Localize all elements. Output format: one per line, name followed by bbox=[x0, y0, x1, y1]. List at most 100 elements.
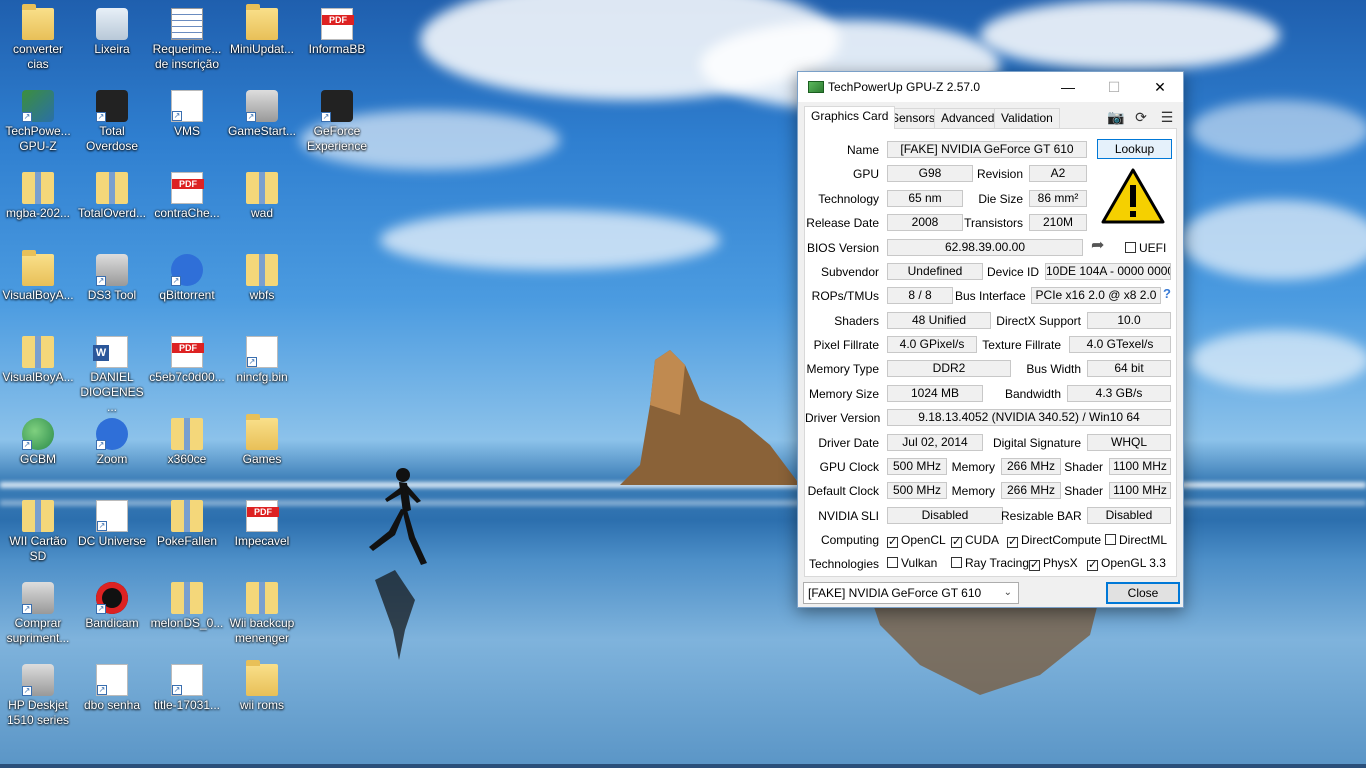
gpu-memory-clock-value: 266 MHz bbox=[1001, 458, 1061, 475]
checkbox-directml[interactable]: DirectML bbox=[1105, 533, 1167, 547]
desktop-icon[interactable]: ↗ dbo senha bbox=[74, 656, 150, 736]
desktop-icon[interactable]: Games bbox=[224, 410, 300, 490]
desktop-icon-label: title-17031... bbox=[153, 698, 221, 712]
desktop-icon[interactable]: Wii backcup menenger bbox=[224, 574, 300, 654]
desktop-icon-label: DANIEL DIOGENES ... bbox=[80, 370, 144, 414]
camera-icon[interactable]: 📷 bbox=[1107, 108, 1125, 126]
desktop-icon[interactable]: ↗ GCBM bbox=[0, 410, 76, 490]
desktop-icon[interactable]: wii roms bbox=[224, 656, 300, 736]
gpu-clock-label: GPU Clock bbox=[819, 460, 879, 474]
desktop-icon[interactable]: ↗ HP Deskjet 1510 series bbox=[0, 656, 76, 736]
resizable-bar-label: Resizable BAR bbox=[1001, 509, 1082, 523]
die-size-value: 86 mm² bbox=[1029, 190, 1087, 207]
desktop-icon[interactable]: TotalOverd... bbox=[74, 164, 150, 244]
desktop-icon[interactable]: Lixeira bbox=[74, 0, 150, 80]
folder-icon bbox=[246, 4, 278, 40]
desktop-icon[interactable]: ↗ VMS bbox=[149, 82, 225, 162]
checkbox-opencl[interactable]: ✓ OpenCL bbox=[887, 533, 946, 548]
gpu-select-dropdown[interactable]: [FAKE] NVIDIA GeForce GT 610 ⌄ bbox=[803, 582, 1019, 604]
desktop-icon[interactable]: VisualBoyA... bbox=[0, 328, 76, 408]
desktop-icon[interactable]: converter cias bbox=[0, 0, 76, 80]
warning-icon bbox=[1101, 168, 1165, 224]
technologies-label: Technologies bbox=[808, 557, 879, 571]
gpuz-window: TechPowerUp GPU-Z 2.57.0 — ☐ ✕ Graphics … bbox=[797, 71, 1184, 608]
checkbox-opengl-3-3[interactable]: ✓ OpenGL 3.3 bbox=[1087, 556, 1166, 571]
desktop-icon[interactable]: ↗ DC Universe bbox=[74, 492, 150, 572]
device-id-value: 10DE 104A - 0000 0000 bbox=[1045, 263, 1171, 280]
desktop-icon[interactable]: InformaBB bbox=[299, 0, 375, 80]
shortcut-arrow-icon: ↗ bbox=[22, 440, 32, 450]
desktop-icon-label: wbfs bbox=[249, 288, 275, 302]
transistors-label: Transistors bbox=[964, 216, 1023, 230]
lookup-button[interactable]: Lookup bbox=[1097, 139, 1172, 159]
desktop-icon[interactable]: ↗ DS3 Tool bbox=[74, 246, 150, 326]
desktop-icon-label: VMS bbox=[173, 124, 200, 138]
desktop-icon[interactable]: DANIEL DIOGENES ... bbox=[74, 328, 150, 414]
app-icon: ↗ bbox=[22, 90, 54, 122]
close-window-button[interactable]: ✕ bbox=[1137, 72, 1183, 102]
zip-icon bbox=[171, 418, 203, 450]
checkbox-cuda[interactable]: ✓ CUDA bbox=[951, 533, 999, 548]
minimize-button[interactable]: — bbox=[1045, 72, 1091, 102]
gpu-shader-clock-value: 1100 MHz bbox=[1109, 458, 1171, 475]
checkbox-vulkan[interactable]: Vulkan bbox=[887, 556, 937, 570]
maximize-button[interactable]: ☐ bbox=[1091, 72, 1137, 102]
desktop-icon[interactable]: c5eb7c0d00... bbox=[149, 328, 225, 408]
zip-icon bbox=[171, 582, 203, 614]
name-label: Name bbox=[846, 143, 879, 157]
desktop-icon[interactable]: wbfs bbox=[224, 246, 300, 326]
close-button[interactable]: Close bbox=[1106, 582, 1180, 604]
form-icon bbox=[171, 8, 203, 40]
default-shader-clock-label: Shader bbox=[1064, 484, 1103, 498]
uefi-checkbox[interactable]: UEFI bbox=[1125, 241, 1166, 255]
desktop-icon[interactable]: ↗ Bandicam bbox=[74, 574, 150, 654]
desktop-icon[interactable]: ↗ Comprar supriment... bbox=[0, 574, 76, 654]
desktop-icon[interactable]: mgba-202... bbox=[0, 164, 76, 244]
refresh-icon[interactable]: ⟳ bbox=[1132, 108, 1150, 126]
desktop-icon[interactable]: ↗ nincfg.bin bbox=[224, 328, 300, 408]
desktop-icon[interactable]: ↗ GeForce Experience bbox=[299, 82, 375, 162]
title-bar[interactable]: TechPowerUp GPU-Z 2.57.0 — ☐ ✕ bbox=[798, 72, 1183, 102]
desktop-icon[interactable]: Requerime... de inscrição bbox=[149, 0, 225, 80]
desktop-icon[interactable]: melonDS_0... bbox=[149, 574, 225, 654]
checkbox-ray-tracing[interactable]: Ray Tracing bbox=[951, 556, 1029, 570]
desktop-icon[interactable]: ↗ qBittorrent bbox=[149, 246, 225, 326]
desktop-icon-label: GeForce Experience bbox=[306, 124, 368, 153]
checkbox-label: Vulkan bbox=[901, 556, 938, 570]
desktop-icon-label: DC Universe bbox=[77, 534, 146, 548]
desktop-icon[interactable]: contraChe... bbox=[149, 164, 225, 244]
bus-help-icon[interactable]: ? bbox=[1163, 286, 1171, 301]
desktop-icon[interactable]: MiniUpdat... bbox=[224, 0, 300, 80]
desktop-icon[interactable]: ↗ TechPowe... GPU-Z bbox=[0, 82, 76, 162]
checkbox-directcompute[interactable]: ✓ DirectCompute bbox=[1007, 533, 1101, 548]
desktop-icon[interactable]: wad bbox=[224, 164, 300, 244]
checkbox-physx[interactable]: ✓ PhysX bbox=[1029, 556, 1078, 571]
desktop-icon[interactable]: VisualBoyA... bbox=[0, 246, 76, 326]
folder-icon bbox=[246, 660, 278, 696]
tab-validation[interactable]: Validation bbox=[994, 108, 1060, 128]
tab-graphics-card[interactable]: Graphics Card bbox=[804, 106, 896, 129]
driver-version-value: 9.18.13.4052 (NVIDIA 340.52) / Win10 64 bbox=[887, 409, 1171, 426]
desktop-icon-label: Zoom bbox=[96, 452, 128, 466]
desktop-icon[interactable]: Impecavel bbox=[224, 492, 300, 572]
desktop-icon[interactable]: ↗ title-17031... bbox=[149, 656, 225, 736]
desktop-icon[interactable]: WII Cartão SD bbox=[0, 492, 76, 572]
default-shader-clock-value: 1100 MHz bbox=[1109, 482, 1171, 499]
gray-icon: ↗ bbox=[246, 90, 278, 122]
tab-advanced[interactable]: Advanced bbox=[934, 108, 1002, 128]
driver-date-value: Jul 02, 2014 bbox=[887, 434, 983, 451]
desktop-icon[interactable]: ↗ Zoom bbox=[74, 410, 150, 490]
desktop-icon[interactable]: ↗ GameStart... bbox=[224, 82, 300, 162]
memory-type-label: Memory Type bbox=[806, 362, 879, 376]
desktop-icon[interactable]: ↗ Total Overdose bbox=[74, 82, 150, 162]
share-icon[interactable]: ➦ bbox=[1091, 235, 1113, 255]
menu-icon[interactable]: ☰ bbox=[1158, 108, 1176, 126]
bus-width-label: Bus Width bbox=[1026, 362, 1081, 376]
desktop-icon[interactable]: x360ce bbox=[149, 410, 225, 490]
desktop-icon[interactable]: PokeFallen bbox=[149, 492, 225, 572]
checkbox-box: ✓ bbox=[1007, 536, 1018, 548]
desktop-icon-label: InformaBB bbox=[308, 42, 366, 56]
die-size-label: Die Size bbox=[978, 192, 1023, 206]
shortcut-arrow-icon: ↗ bbox=[321, 112, 331, 122]
taskbar-edge bbox=[0, 764, 1366, 768]
